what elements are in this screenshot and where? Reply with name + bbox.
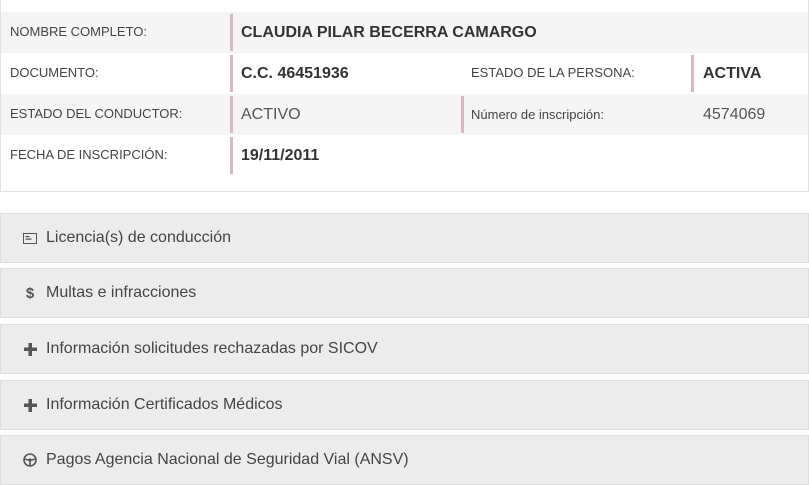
accent-bar: [230, 14, 233, 51]
accent-bar: [461, 96, 464, 133]
nombre-label: NOMBRE COMPLETO:: [10, 24, 148, 39]
row-documento: DOCUMENTO: C.C. 46451936 ESTADO DE LA PE…: [1, 53, 808, 94]
documento-value: C.C. 46451936: [241, 65, 349, 82]
plus-icon: [20, 342, 40, 357]
accent-bar: [230, 96, 233, 133]
id-card-icon: [20, 232, 40, 244]
section-licencias[interactable]: Licencia(s) de conducción: [0, 213, 809, 263]
row-estado-conductor: ESTADO DEL CONDUCTOR: ACTIVO Número de i…: [1, 94, 808, 135]
section-multas[interactable]: $ Multas e infracciones: [0, 268, 809, 318]
section-label: Pagos Agencia Nacional de Seguridad Vial…: [46, 451, 409, 468]
row-fecha-inscripcion: FECHA DE INSCRIPCIÓN: 19/11/2011: [1, 135, 808, 176]
dollar-icon: $: [25, 284, 35, 302]
accent-bar: [230, 55, 233, 92]
section-label: Licencia(s) de conducción: [46, 229, 231, 246]
steering-wheel-icon: [20, 452, 40, 468]
section-certificados-medicos[interactable]: Información Certificados Médicos: [0, 380, 809, 430]
estado-conductor-label: ESTADO DEL CONDUCTOR:: [10, 106, 183, 121]
accent-bar: [230, 137, 233, 174]
estado-conductor-value: ACTIVO: [241, 106, 301, 123]
fecha-inscripcion-label: FECHA DE INSCRIPCIÓN:: [10, 147, 168, 162]
estado-persona-label: ESTADO DE LA PERSONA:: [471, 65, 635, 80]
nombre-value: CLAUDIA PILAR BECERRA CAMARGO: [241, 24, 537, 41]
section-sicov[interactable]: Información solicitudes rechazadas por S…: [0, 324, 809, 374]
section-label: Información Certificados Médicos: [46, 396, 283, 413]
estado-persona-value: ACTIVA: [703, 65, 762, 82]
accent-bar: [691, 55, 694, 92]
documento-label: DOCUMENTO:: [10, 65, 99, 80]
section-label: Multas e infracciones: [46, 284, 197, 301]
person-info-card: NOMBRE COMPLETO: CLAUDIA PILAR BECERRA C…: [0, 0, 809, 192]
numero-inscripcion-value: 4574069: [703, 106, 766, 123]
section-pagos-ansv[interactable]: Pagos Agencia Nacional de Seguridad Vial…: [0, 435, 809, 485]
section-label: Información solicitudes rechazadas por S…: [46, 340, 378, 357]
plus-icon: [20, 398, 40, 413]
numero-inscripcion-label: Número de inscripción:: [471, 107, 604, 122]
fecha-inscripcion-value: 19/11/2011: [241, 147, 320, 164]
row-nombre: NOMBRE COMPLETO: CLAUDIA PILAR BECERRA C…: [1, 12, 808, 53]
